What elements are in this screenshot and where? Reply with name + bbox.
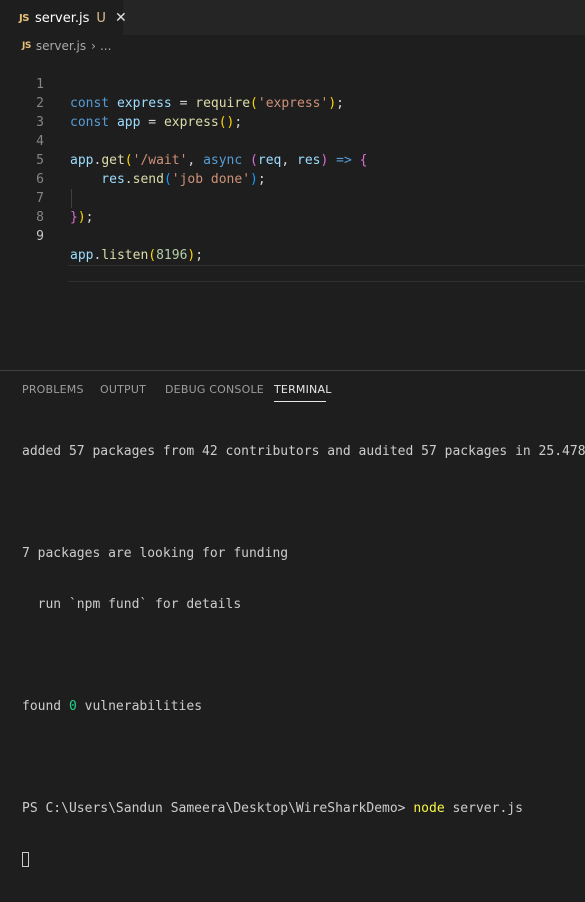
- tab-problems[interactable]: PROBLEMS: [22, 383, 84, 396]
- tab-debug-console[interactable]: DEBUG CONSOLE: [165, 383, 264, 396]
- vulnerability-count: 0: [68, 699, 77, 714]
- code-line: 3: [0, 94, 585, 130]
- terminal-cursor[interactable]: [22, 852, 29, 867]
- code-line: 2 const app = express();: [0, 75, 585, 130]
- javascript-file-icon: JS: [19, 12, 29, 24]
- terminal-text: vulnerabilities: [76, 699, 203, 714]
- untracked-badge: U: [96, 10, 106, 26]
- identifier: app: [70, 248, 94, 263]
- terminal-output[interactable]: added 57 packages from 42 contributors a…: [22, 409, 585, 902]
- javascript-file-icon: JS: [22, 41, 31, 51]
- code-line: 7 });: [0, 170, 585, 225]
- bracket: (: [148, 248, 157, 263]
- chevron-right-icon: ›: [91, 39, 96, 53]
- bottom-panel: PROBLEMS OUTPUT DEBUG CONSOLE TERMINAL a…: [0, 370, 585, 867]
- code-line: 9 app.listen(8196);: [0, 208, 585, 263]
- terminal-line: 7 packages are looking for funding: [22, 546, 289, 561]
- editor-tab-bar: JS server.js U ✕: [0, 0, 585, 35]
- code-line: 6: [0, 151, 585, 187]
- code-editor[interactable]: 1 const express = require('express'); 2 …: [0, 56, 585, 370]
- terminal-line: run `npm fund` for details: [22, 597, 242, 612]
- tab-label: server.js: [34, 10, 90, 26]
- terminal-line: found 0 vulnerabilities: [22, 698, 585, 715]
- number-literal: 8196: [156, 248, 188, 263]
- code-line: 4 app.get('/wait', async (req, res) => {: [0, 113, 585, 168]
- tab-output[interactable]: OUTPUT: [100, 383, 146, 396]
- active-tab-indicator: [274, 401, 326, 402]
- terminal-command: node: [413, 801, 445, 816]
- terminal-argument: server.js: [444, 801, 523, 816]
- breadcrumb-more[interactable]: ...: [100, 39, 111, 53]
- punctuation: ;: [195, 248, 204, 263]
- close-icon[interactable]: ✕: [115, 10, 127, 26]
- tab-terminal[interactable]: TERMINAL: [274, 383, 332, 396]
- breadcrumb-file[interactable]: server.js: [36, 39, 86, 53]
- terminal-line: [22, 851, 585, 868]
- code-line: 8: [0, 189, 585, 225]
- tab-server-js[interactable]: JS server.js U ✕: [0, 0, 127, 35]
- line-number: 9: [36, 229, 44, 244]
- terminal-prompt-line: PS C:\Users\Sandun Sameera\Desktop\WireS…: [22, 800, 585, 817]
- current-line-highlight: [68, 265, 585, 282]
- panel-tabs: PROBLEMS OUTPUT DEBUG CONSOLE TERMINAL: [0, 371, 585, 405]
- breadcrumb: JS server.js › ...: [0, 36, 585, 56]
- code-line: 5 res.send('job done');: [0, 132, 585, 187]
- function-name: listen: [101, 248, 149, 263]
- terminal-line: added 57 packages from 42 contributors a…: [22, 444, 585, 459]
- terminal-prompt: PS C:\Users\Sandun Sameera\Desktop\WireS…: [22, 801, 414, 816]
- terminal-text: found: [22, 699, 69, 714]
- code-line: 1 const express = require('express');: [0, 56, 585, 111]
